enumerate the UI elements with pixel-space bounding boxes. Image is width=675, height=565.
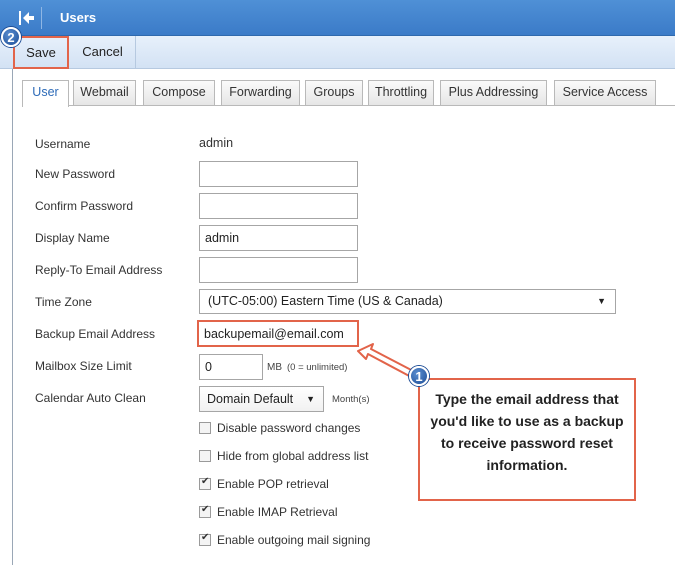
checkbox-label: Enable outgoing mail signing [217, 533, 371, 547]
username-label: Username [35, 137, 91, 151]
mailbox-limit-field[interactable]: 0 [199, 354, 263, 380]
reply-to-field[interactable] [199, 257, 358, 283]
disable-password-changes-checkbox[interactable] [199, 422, 211, 434]
toolbar: Save Cancel [0, 36, 675, 69]
backup-email-field[interactable] [197, 320, 359, 347]
tab-bar: User Webmail Compose Forwarding Groups T… [22, 80, 675, 107]
display-name-label: Display Name [35, 231, 110, 245]
tab-throttling[interactable]: Throttling [368, 80, 434, 105]
backup-email-label: Backup Email Address [35, 327, 156, 341]
new-password-label: New Password [35, 167, 116, 181]
reply-to-label: Reply-To Email Address [35, 263, 163, 277]
mailbox-limit-label: Mailbox Size Limit [35, 359, 132, 373]
instruction-callout: Type the email address that you'd like t… [418, 378, 636, 501]
checkbox-label: Disable password changes [217, 421, 361, 435]
calendar-value: Domain Default [207, 392, 294, 406]
dropdown-arrow-icon: ▼ [306, 394, 315, 404]
page-title: Users [60, 10, 97, 25]
mailbox-hint: (0 = unlimited) [287, 362, 348, 373]
tab-compose[interactable]: Compose [143, 80, 215, 105]
username-value: admin [199, 136, 234, 150]
tab-plus-addressing[interactable]: Plus Addressing [440, 80, 547, 105]
tab-user[interactable]: User [22, 80, 69, 107]
step-2-marker: 2 [1, 27, 21, 47]
checkbox-label: Enable POP retrieval [217, 477, 329, 491]
cancel-button[interactable]: Cancel [70, 36, 136, 68]
checkbox-label: Hide from global address list [217, 449, 369, 463]
tab-groups[interactable]: Groups [305, 80, 363, 105]
step-1-marker: 1 [409, 366, 429, 386]
back-arrow-icon[interactable] [16, 7, 42, 29]
confirm-password-label: Confirm Password [35, 199, 134, 213]
save-button[interactable]: Save [13, 36, 69, 69]
display-name-field[interactable] [199, 225, 358, 251]
content-border [12, 69, 13, 565]
time-zone-value: (UTC-05:00) Eastern Time (US & Canada) [208, 294, 443, 308]
checkbox-label: Enable IMAP Retrieval [217, 505, 338, 519]
title-bar: Users [0, 0, 675, 36]
mailbox-unit: MB [267, 362, 282, 373]
time-zone-label: Time Zone [35, 295, 92, 309]
dropdown-arrow-icon: ▼ [597, 296, 606, 306]
tab-webmail[interactable]: Webmail [73, 80, 136, 105]
enable-pop-checkbox[interactable] [199, 476, 211, 490]
calendar-label: Calendar Auto Clean [35, 391, 146, 405]
tab-forwarding[interactable]: Forwarding [221, 80, 300, 105]
enable-imap-checkbox[interactable] [199, 504, 211, 518]
hide-from-gal-checkbox[interactable] [199, 450, 211, 462]
confirm-password-field[interactable] [199, 193, 358, 219]
new-password-field[interactable] [199, 161, 358, 187]
enable-mail-signing-checkbox[interactable] [199, 532, 211, 546]
calendar-unit: Month(s) [332, 394, 370, 405]
calendar-select[interactable]: Domain Default ▼ [199, 386, 324, 412]
time-zone-select[interactable]: (UTC-05:00) Eastern Time (US & Canada) ▼ [199, 289, 616, 314]
tab-service-access[interactable]: Service Access [554, 80, 656, 105]
